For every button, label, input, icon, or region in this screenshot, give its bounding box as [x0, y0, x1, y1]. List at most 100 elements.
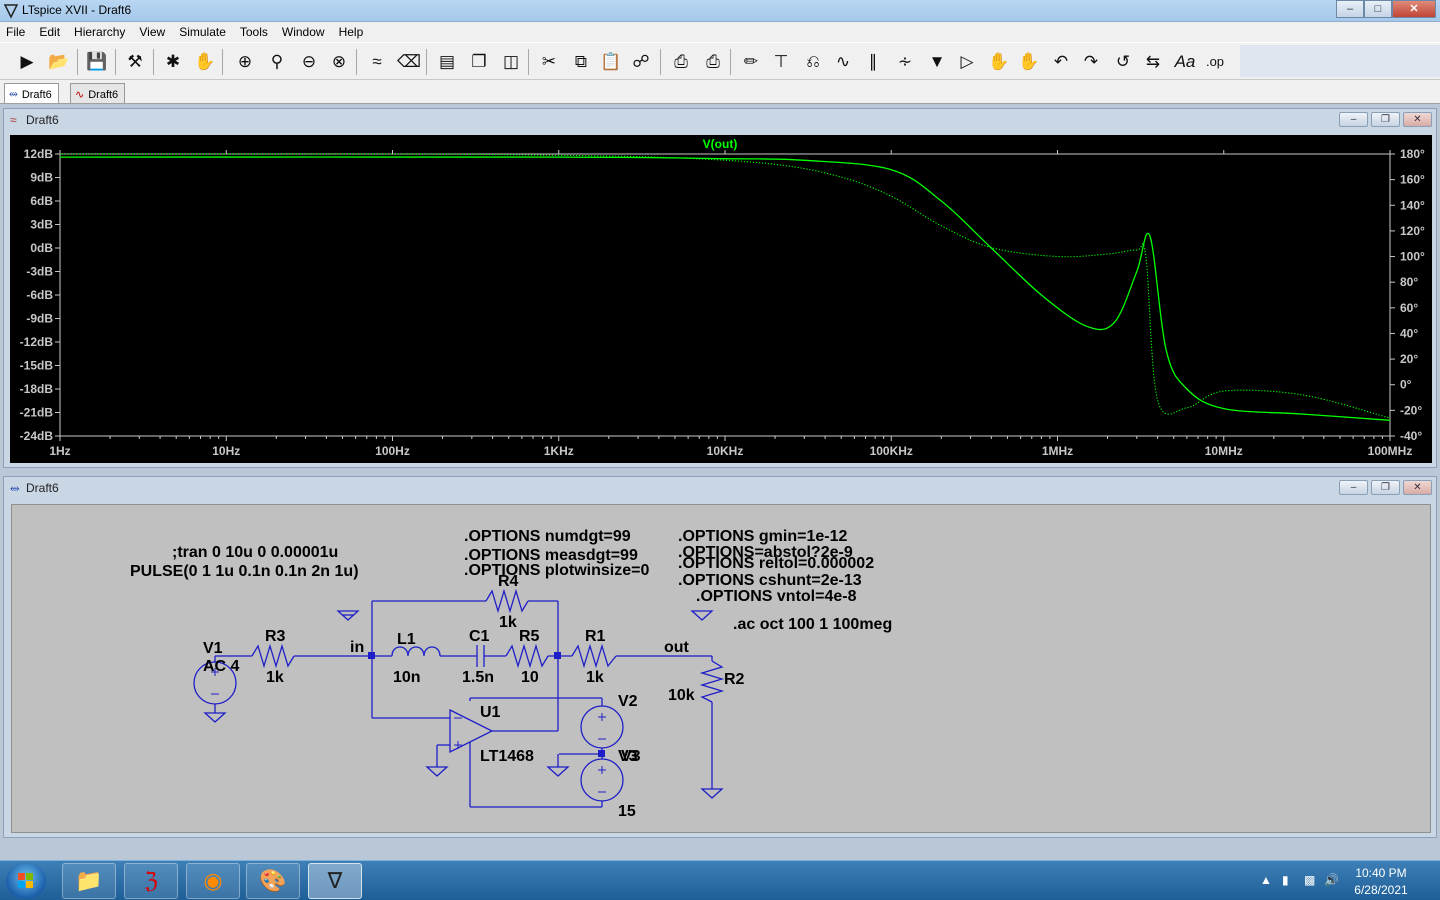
restore-button[interactable]: ❐ [1371, 112, 1400, 127]
plot-area[interactable]: 1Hz 10Hz 100Hz 1KHz 10KHz 100KHz 1MHz 10MHz 100M… [10, 135, 1432, 463]
autorange-icon[interactable]: ≈ [364, 49, 390, 75]
bode-plot[interactable]: 1Hz 10Hz 100Hz 1KHz 10KHz 100KHz 1MHz 10MHz 100M… [10, 135, 1432, 463]
options-plotwinsize[interactable]: .OPTIONS plotwinsize=0 [464, 562, 649, 579]
volume-icon[interactable]: 🔊 [1324, 873, 1339, 887]
open-icon[interactable]: 📂 [46, 49, 72, 75]
u1-value[interactable]: LT1468 [480, 748, 534, 765]
v3-overlap-label[interactable]: V3 [621, 748, 641, 765]
drag-icon[interactable]: ✋ [1016, 49, 1042, 75]
menu-tools[interactable]: Tools [240, 25, 268, 39]
v2-symbol[interactable] [580, 705, 624, 749]
tile-horizontal-icon[interactable]: ▤ [434, 49, 460, 75]
ltspice-icon[interactable]: ∇ [308, 863, 362, 899]
start-button[interactable] [6, 863, 46, 899]
r1-symbol[interactable] [571, 643, 617, 669]
net-out-label[interactable]: out [664, 639, 690, 656]
options-vntol[interactable]: .OPTIONS vntol=4e-8 [696, 588, 857, 605]
text-icon[interactable]: Aa [1172, 49, 1198, 75]
undo-icon[interactable]: ↶ [1048, 49, 1074, 75]
redo-icon[interactable]: ↷ [1078, 49, 1104, 75]
print-icon[interactable]: ⎙ [668, 49, 694, 75]
show-hidden-icons-icon[interactable]: ▲ [1260, 873, 1272, 887]
l1-name[interactable]: L1 [397, 631, 416, 648]
menu-help[interactable]: Help [339, 25, 364, 39]
r1-value[interactable]: 1k [586, 669, 604, 686]
zoom-out-icon[interactable]: ⊖ [296, 49, 322, 75]
r5-value[interactable]: 10 [521, 669, 539, 686]
u1-name[interactable]: U1 [480, 704, 501, 721]
pan-icon[interactable]: ✋ [192, 49, 218, 75]
spice-directive-icon[interactable]: .op [1202, 49, 1228, 75]
restore-button[interactable]: ❐ [1371, 480, 1400, 495]
options-numdgt[interactable]: .OPTIONS numdgt=99 [464, 528, 631, 545]
menu-edit[interactable]: Edit [39, 25, 60, 39]
ac-directive[interactable]: .ac oct 100 1 100meg [733, 616, 892, 633]
r2-name[interactable]: R2 [724, 671, 745, 688]
r4-symbol[interactable] [485, 588, 529, 614]
r5-symbol[interactable] [505, 643, 549, 669]
r5-name[interactable]: R5 [519, 628, 540, 645]
minimize-button[interactable]: ‒ [1339, 480, 1368, 495]
clock-time[interactable]: 10:40 PM [1346, 866, 1416, 880]
zoom-in-icon[interactable]: ⊕ [232, 49, 258, 75]
save-icon[interactable]: 💾 [84, 49, 110, 75]
paint-icon[interactable]: 🎨 [246, 863, 300, 899]
paste-icon[interactable]: 📋 [598, 49, 624, 75]
clock-date[interactable]: 6/28/2021 [1346, 883, 1416, 897]
v3-symbol[interactable] [580, 758, 624, 802]
capacitor-icon[interactable]: ∥ [860, 49, 886, 75]
cut-icon[interactable]: ✂ [536, 49, 562, 75]
close-button[interactable]: ✕ [1392, 0, 1436, 18]
zoom-fit-icon[interactable]: ⊗ [326, 49, 352, 75]
mirror-icon[interactable]: ⇆ [1140, 49, 1166, 75]
menu-file[interactable]: File [6, 25, 25, 39]
device-icon[interactable]: ▩ [1304, 873, 1315, 887]
find-icon[interactable]: ☍ [628, 49, 654, 75]
delete-trace-icon[interactable]: ⌫ [396, 49, 422, 75]
zoom-area-icon[interactable]: ⚲ [264, 49, 290, 75]
pencil-icon[interactable]: ✏ [738, 49, 764, 75]
move-icon[interactable]: ✋ [986, 49, 1012, 75]
options-reltol[interactable]: .OPTIONS reltol=0.000002 [678, 555, 874, 572]
menu-window[interactable]: Window [282, 25, 325, 39]
rotate-icon[interactable]: ↺ [1110, 49, 1136, 75]
label-net-icon[interactable]: ⎌ [800, 49, 826, 75]
maximize-button[interactable]: □ [1364, 0, 1392, 18]
tile-vertical-icon[interactable]: ◫ [498, 49, 524, 75]
menu-hierarchy[interactable]: Hierarchy [74, 25, 125, 39]
r3-name[interactable]: R3 [265, 628, 286, 645]
v1-name[interactable]: V1 [203, 640, 223, 657]
halt-icon[interactable]: ✱ [160, 49, 186, 75]
options-gmin[interactable]: .OPTIONS gmin=1e-12 [678, 528, 847, 545]
cascade-icon[interactable]: ❐ [466, 49, 492, 75]
r4-value[interactable]: 1k [499, 614, 517, 631]
r4-name[interactable]: R4 [498, 573, 519, 590]
menu-simulate[interactable]: Simulate [179, 25, 226, 39]
resistor-icon[interactable]: ∿ [830, 49, 856, 75]
minimize-button[interactable]: ‒ [1339, 112, 1368, 127]
schematic-canvas[interactable]: ;tran 0 10u 0 0.00001u PULSE(0 1 1u 0.1n… [11, 504, 1431, 833]
component-icon[interactable]: ▷ [954, 49, 980, 75]
tran-directive[interactable]: ;tran 0 10u 0 0.00001u [172, 544, 338, 561]
r1-name[interactable]: R1 [585, 628, 606, 645]
tab-schematic[interactable]: ⥈ Draft6 [4, 83, 59, 103]
network-icon[interactable]: ▮ [1282, 873, 1289, 887]
schematic-drawing[interactable]: ;tran 0 10u 0 0.00001u PULSE(0 1 1u 0.1n… [12, 505, 1430, 832]
v2-name[interactable]: V2 [618, 693, 638, 710]
run-icon[interactable]: ▶ [14, 49, 40, 75]
control-panel-icon[interactable]: ⚒ [122, 49, 148, 75]
r3-symbol[interactable] [251, 643, 295, 669]
inductor-icon[interactable]: ∻ [892, 49, 918, 75]
v3-value[interactable]: 15 [618, 803, 636, 820]
close-button[interactable]: ✕ [1403, 480, 1432, 495]
l1-symbol[interactable] [391, 646, 441, 657]
c1-name[interactable]: C1 [469, 628, 490, 645]
acrobat-icon[interactable]: ℨ [124, 863, 178, 899]
net-in-label[interactable]: in [350, 639, 364, 656]
ground-icon[interactable]: ⊤ [768, 49, 794, 75]
r3-value[interactable]: 1k [266, 669, 284, 686]
copy-icon[interactable]: ⧉ [568, 49, 594, 75]
menu-view[interactable]: View [139, 25, 165, 39]
close-button[interactable]: ✕ [1403, 112, 1432, 127]
firefox-icon[interactable]: ◉ [186, 863, 240, 899]
